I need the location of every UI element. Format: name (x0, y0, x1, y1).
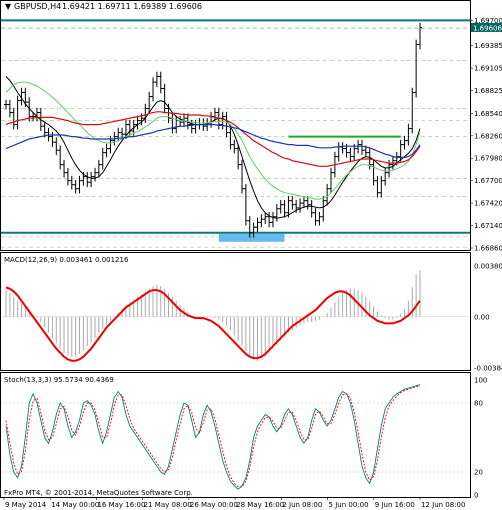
time-tick-label: 2 Jun 08:00 (282, 501, 322, 509)
macd-tick-label: 0.003809 (474, 263, 502, 271)
symbol-caret-icon: ▼ (5, 2, 12, 11)
time-tick-label: 9 May 2014 (5, 501, 47, 509)
ohlc-label: 1.69421 1.69711 1.69389 1.69606 (62, 2, 202, 11)
time-tick-label: 16 May 16:00 (97, 501, 145, 509)
price-tick-label: 1.67140 (474, 222, 502, 230)
macd-tick-label: -0.003845 (474, 365, 502, 373)
time-tick-label: 28 May 16:00 (236, 501, 284, 509)
stoch-label: Stoch(13,3,3) 95.5734 90.4369 (4, 376, 114, 384)
symbol-label: GBPUSD,H4 (14, 2, 61, 11)
price-tick-label: 1.67420 (474, 200, 502, 208)
time-tick-label: 14 May 00:00 (51, 501, 99, 509)
stoch-tick-label: 80 (474, 400, 483, 408)
macd-label: MACD(12,26,9) 0.003461 0.001216 (4, 256, 129, 264)
price-tick-label: 1.69105 (474, 65, 502, 73)
time-tick-label: 12 Jun 08:00 (421, 501, 465, 509)
copyright-label: FxPro MT4, © 2001-2014, MetaQuotes Softw… (4, 489, 193, 497)
highlight-box (218, 233, 285, 242)
price-tick-label: 1.67980 (474, 155, 502, 163)
time-tick-label: 5 Jun 00:00 (329, 501, 369, 509)
price-tick-label: 1.68540 (474, 110, 502, 118)
time-tick-label: 26 May 00:00 (190, 501, 238, 509)
chart-window: 1.69700 1.69385 1.69105 1.68825 1.68540 1.682… (0, 0, 502, 510)
stoch-tick-label: 0 (474, 492, 478, 500)
macd-tick-label: 0.00 (474, 313, 490, 321)
price-tick-label: 1.68260 (474, 132, 502, 140)
price-tick-label: 1.69385 (474, 42, 502, 50)
time-tick-label: 9 Jun 16:00 (375, 501, 415, 509)
time-tick-label: 21 May 08:00 (144, 501, 192, 509)
stoch-tick-label: 100 (474, 377, 487, 385)
current-price-label: 1.69606 (473, 24, 502, 32)
macd-pane-frame (0, 252, 471, 371)
price-tick-label: 1.67700 (474, 177, 502, 185)
price-tick-label: 1.68825 (474, 87, 502, 95)
stoch-tick-label: 20 (474, 469, 483, 477)
price-tick-label: 1.66860 (474, 245, 502, 253)
chart-svg: 1.697001.693851.691051.688251.685401.682… (0, 0, 502, 509)
